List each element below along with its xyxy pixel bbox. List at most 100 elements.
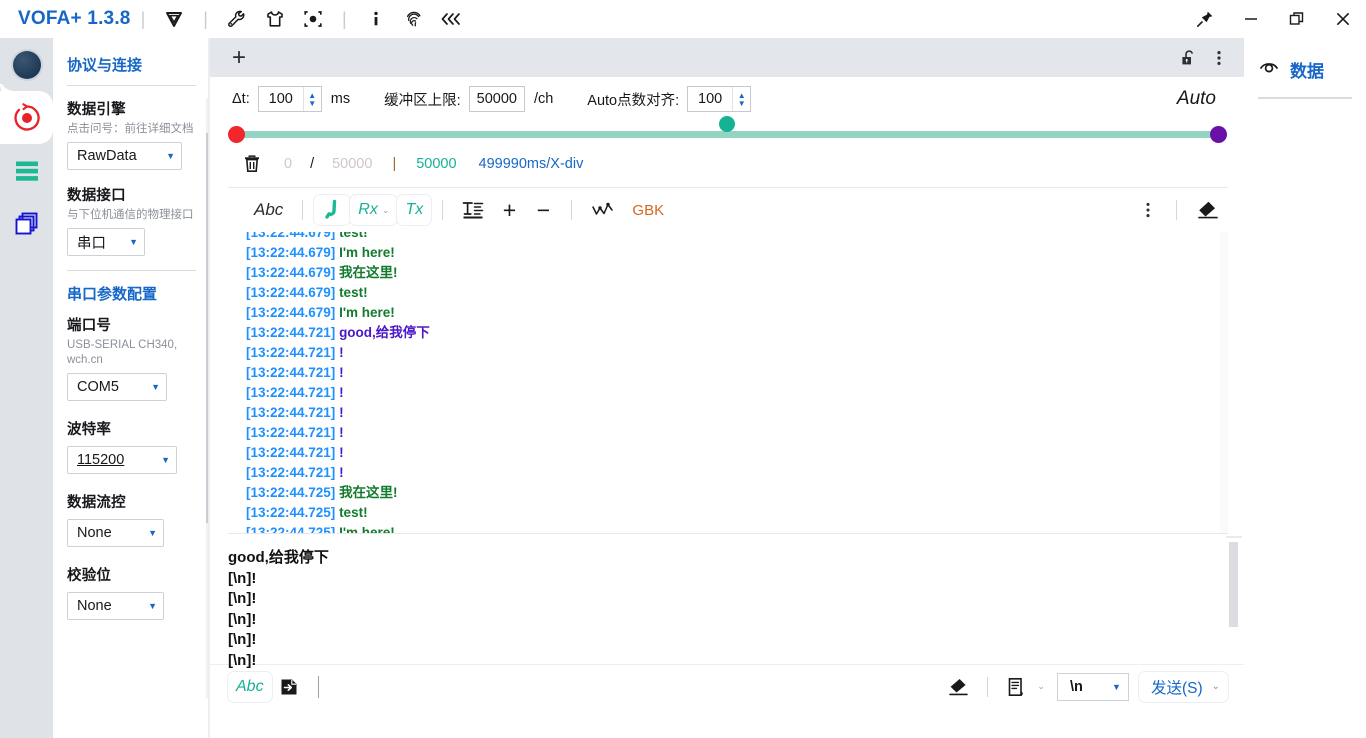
buffer-limit-value[interactable]: 50000 — [470, 87, 524, 111]
data-interface-select[interactable]: 串口 ▼ — [67, 228, 145, 256]
console-timestamp: [13:22:44.721] — [246, 425, 340, 440]
abc-label: Abc — [254, 200, 284, 219]
info-icon[interactable] — [357, 2, 395, 36]
file-export-icon[interactable] — [272, 672, 306, 702]
encoding-label[interactable]: GBK — [632, 202, 664, 219]
send-text-content[interactable]: good,给我停下 [\n]! [\n]! [\n]! [\n]! [\n]! — [228, 548, 1224, 671]
fingerprint-icon[interactable] — [395, 2, 433, 36]
shirt-icon[interactable] — [256, 2, 294, 36]
send-scrollbar-thumb[interactable] — [1229, 542, 1238, 627]
flow-select[interactable]: None ▼ — [67, 519, 164, 547]
main-area: + Δt: 100 ▲ ▼ ms 缓冲区上限: 50000 /ch Auto点数… — [210, 38, 1244, 738]
divider-1 — [67, 85, 196, 86]
waveform-icon — [592, 202, 614, 215]
zoom-out-button[interactable]: − — [526, 195, 560, 225]
trash-icon[interactable] — [238, 152, 266, 176]
chevron-down-icon: ▼ — [1112, 681, 1121, 692]
auto-align-spinner-icon[interactable]: ▲ ▼ — [732, 87, 750, 111]
console-message: 我在这里! — [339, 485, 398, 500]
more-vertical-icon[interactable] — [1204, 43, 1234, 73]
timeline-end-handle[interactable] — [1210, 126, 1227, 143]
buffer-limit-input[interactable]: 50000 — [468, 86, 525, 112]
toolbar-divider-3 — [571, 200, 573, 220]
console-message: test! — [339, 505, 368, 520]
dt-value[interactable]: 100 — [259, 87, 303, 111]
console-scrollbar[interactable] — [1220, 232, 1228, 533]
baud-value: 115200 — [77, 452, 125, 468]
timeline-slider[interactable] — [228, 116, 1227, 147]
right-panel-header[interactable]: 数据 — [1244, 38, 1366, 83]
auto-align-value[interactable]: 100 — [688, 87, 732, 111]
send-text-line: good,给我停下 — [228, 549, 329, 566]
console-line: [13:22:44.679] I'm here! — [246, 243, 1228, 263]
add-tab-button[interactable]: + — [232, 45, 246, 70]
chevron-down-icon: ⌄ — [381, 204, 390, 215]
console-line: [13:22:44.721] ! — [246, 443, 1228, 463]
send-divider-1 — [987, 676, 989, 697]
history-chevron-down-icon[interactable]: ⌄ — [1037, 681, 1045, 692]
parity-select[interactable]: None ▼ — [67, 592, 164, 620]
console-line: [13:22:44.725] 我在这里! — [246, 483, 1228, 503]
abc-format-button[interactable]: Abc — [246, 195, 291, 225]
rail-item-record[interactable] — [0, 77, 53, 144]
tab-bar: + — [210, 38, 1244, 77]
console-message: I'm here! — [339, 305, 395, 320]
serial-config-title: 串口参数配置 — [67, 286, 158, 303]
toolbar-divider-4 — [1176, 200, 1177, 220]
console-line: [13:22:44.721] ! — [246, 423, 1228, 443]
dt-stepper[interactable]: 100 ▲ ▼ — [257, 86, 322, 112]
console-timestamp: [13:22:44.721] — [246, 385, 340, 400]
rx-toggle-button[interactable]: Rx ⌄ — [350, 195, 398, 225]
send-scrollbar[interactable] — [1229, 542, 1238, 657]
clear-console-button[interactable] — [1188, 195, 1228, 225]
data-engine-select[interactable]: RawData ▼ — [67, 142, 182, 170]
settings-panel: 协议与连接 数据引擎 点击问号：前往详细文档 RawData ▼ 数据接口 与下… — [53, 38, 210, 738]
rail-item-menu[interactable] — [0, 144, 53, 197]
wrench-icon[interactable] — [218, 2, 256, 36]
close-window-button[interactable] — [1320, 0, 1366, 38]
title-divider-1: | — [140, 8, 146, 29]
auto-align-stepper[interactable]: 100 ▲ ▼ — [687, 86, 752, 112]
auto-align-label: Auto点数对齐: — [587, 92, 680, 109]
plug-cable-icon — [325, 199, 337, 219]
focus-target-icon[interactable] — [294, 2, 332, 36]
timeline-start-handle[interactable] — [228, 126, 245, 143]
text-format-button[interactable] — [454, 195, 492, 225]
tx-toggle-button[interactable]: Tx — [397, 195, 432, 225]
collapse-left-icon[interactable] — [433, 2, 471, 36]
connect-button[interactable] — [314, 195, 351, 225]
unlock-icon[interactable] — [1174, 43, 1204, 73]
data-engine-value: RawData — [77, 148, 137, 164]
waveform-button[interactable] — [583, 195, 623, 225]
send-history-button[interactable] — [999, 672, 1033, 702]
auto-mode-label[interactable]: Auto — [1177, 88, 1216, 110]
send-abc-button[interactable]: Abc — [228, 671, 272, 702]
dt-unit: ms — [330, 91, 351, 107]
baud-select[interactable]: 115200 ▼ — [67, 446, 177, 474]
pin-window-button[interactable] — [1182, 0, 1228, 38]
restore-window-button[interactable] — [1274, 0, 1320, 38]
timeline-cursor-handle[interactable] — [719, 116, 735, 132]
newline-select[interactable]: \n ▼ — [1056, 672, 1129, 701]
send-input-area[interactable]: good,给我停下 [\n]! [\n]! [\n]! [\n]! [\n]! — [210, 534, 1244, 669]
newline-value: \n — [1069, 678, 1083, 695]
console-output[interactable]: [13:22:44.679] test! [13:22:44.679] I'm h… — [228, 232, 1228, 534]
rail-item-windows[interactable] — [0, 197, 53, 250]
zoom-in-button[interactable]: + — [492, 195, 526, 225]
vofa-logo-icon[interactable] — [155, 2, 193, 36]
minimize-window-button[interactable] — [1228, 0, 1274, 38]
port-label: 端口号 — [67, 318, 112, 334]
send-erase-button[interactable] — [942, 672, 976, 702]
sphere-indicator-icon — [12, 50, 41, 79]
eye-data-icon — [1258, 56, 1280, 83]
dt-spinner-icon[interactable]: ▲ ▼ — [302, 87, 321, 111]
send-button[interactable]: 发送(S) ⌄ — [1138, 671, 1228, 702]
console-more-icon[interactable] — [1131, 195, 1165, 225]
chevron-down-icon: ▼ — [148, 601, 157, 611]
timeline-track[interactable] — [232, 131, 1222, 138]
send-options-chevron-icon[interactable]: ⌄ — [1212, 681, 1220, 692]
port-select[interactable]: COM5 ▼ — [67, 373, 167, 401]
console-timestamp: [13:22:44.721] — [246, 345, 340, 360]
data-interface-label: 数据接口 — [67, 188, 126, 204]
console-message: ! — [339, 445, 344, 460]
